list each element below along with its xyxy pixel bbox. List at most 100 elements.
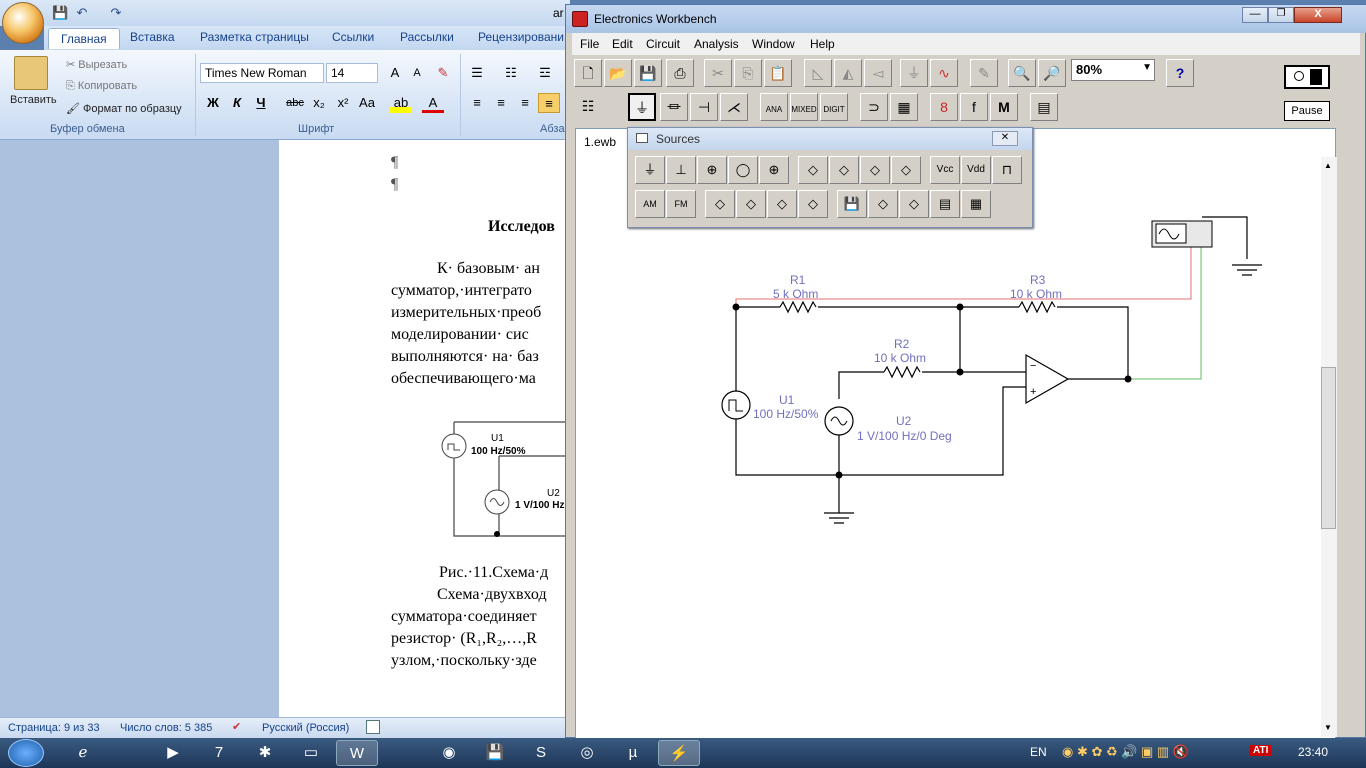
ccvs-icon[interactable]: ◇ (860, 156, 890, 184)
pwl-source-icon[interactable]: 💾 (837, 190, 867, 218)
bullets-icon[interactable]: ☰ (466, 63, 488, 83)
italic-button[interactable]: К (226, 93, 248, 113)
tab-references[interactable]: Ссылки (332, 30, 374, 44)
new-icon[interactable]: 🗋 (574, 59, 602, 87)
flip-vertical-icon[interactable]: ◅ (864, 59, 892, 87)
scroll-thumb[interactable] (1321, 367, 1336, 529)
clear-format-button[interactable]: ✎ (432, 63, 454, 83)
shrink-font-button[interactable]: A (406, 63, 428, 83)
nonlinear-source-icon[interactable]: ▦ (961, 190, 991, 218)
menu-window[interactable]: Window (752, 37, 795, 51)
align-center-icon[interactable]: ≡ (490, 93, 512, 113)
graph-icon[interactable]: ∿ (930, 59, 958, 87)
component-properties-icon[interactable]: ✎ (970, 59, 998, 87)
indicators-bin-icon[interactable]: 8 (930, 93, 958, 121)
app-task-icon[interactable]: ◎ (566, 740, 608, 766)
font-color-icon[interactable]: A (422, 93, 444, 113)
paste-button[interactable]: Вставить (10, 94, 57, 106)
spellcheck-icon[interactable]: ✔ (232, 720, 241, 733)
zoom-out-icon[interactable]: 🔍 (1008, 59, 1036, 87)
ati-icon[interactable]: ATI (1250, 745, 1272, 756)
document-page[interactable]: ¶ ¶ Исследов К· базовым· ан сумматор,·ин… (279, 140, 570, 717)
ewb-task[interactable]: ⚡ (658, 740, 700, 766)
current-source-icon[interactable]: ⊕ (697, 156, 727, 184)
cccs-icon[interactable]: ◇ (891, 156, 921, 184)
firefox-icon[interactable]: ◉ (428, 740, 470, 766)
minimize-button[interactable]: — (1242, 7, 1268, 23)
ac-current-icon[interactable]: ⊕ (759, 156, 789, 184)
digital-bin-icon[interactable]: ▦ (890, 93, 918, 121)
tray-icons[interactable]: ◉ ✱ ✿ ♻ 🔊 ▣ ▥ 🔇 (1062, 744, 1189, 760)
media-player-icon[interactable]: ▶ (152, 740, 194, 766)
fm-source[interactable]: FM (666, 190, 696, 218)
close-icon[interactable]: ✕ (992, 131, 1018, 146)
numbering-icon[interactable]: ☷ (500, 63, 522, 83)
save-icon[interactable]: 💾 (634, 59, 662, 87)
menu-circuit[interactable]: Circuit (646, 37, 680, 51)
mixed-ics-bin[interactable]: MIXED (790, 93, 818, 121)
vertical-scrollbar[interactable]: ▲ ▼ (1321, 157, 1337, 737)
basic-bin-icon[interactable]: ⏛ (660, 93, 688, 121)
7zip-icon[interactable]: 7 (198, 740, 240, 766)
save-icon[interactable]: 💾 (52, 5, 68, 21)
language-indicator[interactable]: EN (1030, 745, 1047, 759)
print-icon[interactable]: ⎙ (666, 59, 694, 87)
parts-bin-icon[interactable]: ☷ (574, 93, 602, 121)
logic-gates-bin-icon[interactable]: ⊃ (860, 93, 888, 121)
copy-icon[interactable]: ⎘ (734, 59, 762, 87)
copy-button[interactable]: ⎘ Копировать (66, 80, 137, 93)
align-right-icon[interactable]: ≡ (514, 93, 536, 113)
subscript-button[interactable]: x₂ (308, 93, 330, 113)
vc-triangle-icon[interactable]: ◇ (767, 190, 797, 218)
controls-bin-icon[interactable]: f (960, 93, 988, 121)
torrent-icon[interactable]: µ (612, 740, 654, 766)
tab-layout[interactable]: Разметка страницы (200, 30, 309, 44)
zoom-select[interactable]: 80% ▼ (1071, 59, 1155, 81)
pulse-source-icon[interactable]: ◇ (868, 190, 898, 218)
vc-square-icon[interactable]: ◇ (736, 190, 766, 218)
transistors-bin-icon[interactable]: ⋌ (720, 93, 748, 121)
scroll-up-icon[interactable]: ▲ (1324, 161, 1332, 170)
terminal-icon[interactable]: ▭ (290, 740, 332, 766)
vcc-source[interactable]: Vcc (930, 156, 960, 184)
rotate-icon[interactable]: ◺ (804, 59, 832, 87)
menu-help[interactable]: Help (810, 37, 835, 51)
change-case-button[interactable]: Aa (356, 93, 378, 113)
format-painter-button[interactable]: 🖌 Формат по образцу (66, 102, 182, 115)
pause-button[interactable]: Pause (1284, 101, 1330, 121)
instruments-bin-icon[interactable]: ▤ (1030, 93, 1058, 121)
ac-voltage-icon[interactable]: ◯ (728, 156, 758, 184)
skype-icon[interactable]: S (520, 740, 562, 766)
flip-horizontal-icon[interactable]: ◭ (834, 59, 862, 87)
vc-pwl-icon[interactable]: ◇ (798, 190, 828, 218)
status-language[interactable]: Русский (Россия) (262, 722, 349, 734)
tab-insert[interactable]: Вставка (130, 30, 175, 44)
menu-file[interactable]: File (580, 37, 599, 51)
clock[interactable]: 23:40 (1298, 745, 1328, 759)
superscript-button[interactable]: x² (332, 93, 354, 113)
cut-button[interactable]: ✂ Вырезать (66, 58, 127, 71)
close-button[interactable]: X (1294, 7, 1342, 23)
am-source[interactable]: AM (635, 190, 665, 218)
tab-home[interactable]: Главная (48, 28, 120, 49)
vcvs-icon[interactable]: ◇ (798, 156, 828, 184)
paste-icon[interactable]: 📋 (764, 59, 792, 87)
menu-edit[interactable]: Edit (612, 37, 633, 51)
misc-bin-icon[interactable]: M (990, 93, 1018, 121)
sources-bin-icon[interactable]: ⏚ (628, 93, 656, 121)
ie-icon[interactable]: ℯ (62, 740, 104, 766)
grow-font-button[interactable]: A (384, 63, 406, 83)
justify-icon[interactable]: ≡ (538, 93, 560, 113)
menu-analysis[interactable]: Analysis (694, 37, 739, 51)
battery-icon[interactable]: ⊥ (666, 156, 696, 184)
open-icon[interactable]: 📂 (604, 59, 632, 87)
power-switch[interactable] (1284, 65, 1330, 89)
tool-icon[interactable]: ✱ (244, 740, 286, 766)
poly-source-icon[interactable]: ▤ (930, 190, 960, 218)
tab-mailings[interactable]: Рассылки (400, 30, 454, 44)
cut-icon[interactable]: ✂ (704, 59, 732, 87)
word-task[interactable]: W (336, 740, 378, 766)
scroll-down-icon[interactable]: ▼ (1324, 723, 1332, 732)
help-icon[interactable]: ? (1166, 59, 1194, 87)
ground-icon[interactable]: ⏚ (635, 156, 665, 184)
